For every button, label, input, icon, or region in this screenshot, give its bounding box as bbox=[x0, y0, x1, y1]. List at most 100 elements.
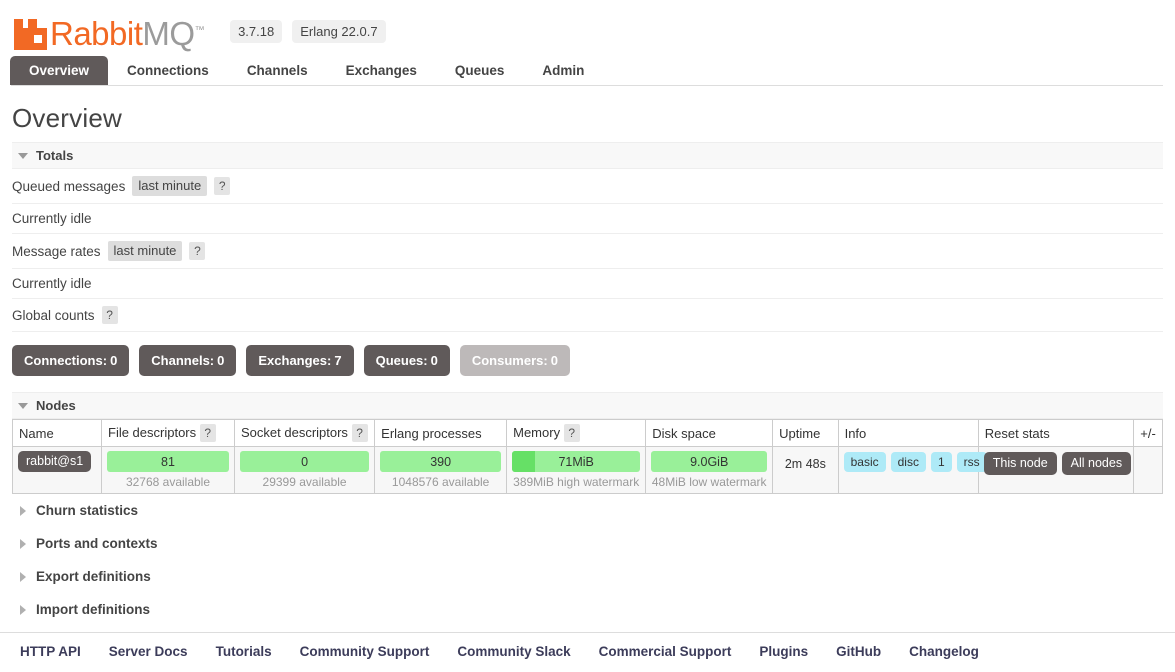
queued-messages-status-row: Currently idle bbox=[12, 204, 1163, 234]
col-file-descriptors: File descriptors ? bbox=[101, 419, 235, 447]
count-exchanges-button[interactable]: Exchanges: 7 bbox=[246, 345, 354, 376]
queued-messages-row: Queued messages last minute ? bbox=[12, 169, 1163, 204]
info-badge-rss[interactable]: rss bbox=[956, 452, 987, 472]
col-file-descriptors-label: File descriptors bbox=[108, 425, 197, 440]
message-rates-period-select[interactable]: last minute bbox=[107, 241, 183, 261]
socket-descriptors-value: 0 bbox=[301, 454, 309, 469]
count-queues-button[interactable]: Queues: 0 bbox=[363, 345, 450, 376]
queued-messages-status: Currently idle bbox=[12, 211, 92, 226]
reset-stats-group: This node All nodes bbox=[983, 451, 1132, 475]
cell-uptime: 2m 48s bbox=[772, 446, 839, 494]
cell-disk-space: 9.0GiB 48MiB low watermark bbox=[645, 446, 774, 494]
reset-this-node-button[interactable]: This node bbox=[983, 452, 1057, 475]
memory-bar: 71MiB bbox=[512, 451, 641, 472]
column-toggle-button[interactable]: +/- bbox=[1133, 419, 1163, 447]
footer-link-plugins[interactable]: Plugins bbox=[759, 644, 808, 672]
tab-exchanges[interactable]: Exchanges bbox=[327, 56, 436, 85]
tab-channels[interactable]: Channels bbox=[228, 56, 327, 85]
count-channels-button[interactable]: Channels: 0 bbox=[139, 345, 237, 376]
count-consumers-value: 0 bbox=[550, 353, 558, 368]
rabbit-logo-icon bbox=[14, 19, 47, 50]
col-socket-descriptors-label: Socket descriptors bbox=[241, 425, 348, 440]
section-churn-statistics-label: Churn statistics bbox=[36, 503, 139, 518]
count-channels-value: 0 bbox=[217, 353, 225, 368]
count-exchanges-label: Exchanges: bbox=[258, 353, 332, 368]
section-export-definitions[interactable]: Export definitions bbox=[12, 560, 1163, 593]
footer-link-commercial-support[interactable]: Commercial Support bbox=[599, 644, 732, 672]
footer-links: HTTP API Server Docs Tutorials Community… bbox=[0, 632, 1175, 672]
rabbitmq-management-page: RabbitMQ™ 3.7.18 Erlang 22.0.7 Overview … bbox=[0, 0, 1175, 672]
count-consumers-button: Consumers: 0 bbox=[459, 345, 570, 376]
footer-link-github[interactable]: GitHub bbox=[836, 644, 881, 672]
message-rates-row: Message rates last minute ? bbox=[12, 234, 1163, 269]
nodes-table: Name File descriptors ? Socket descripto… bbox=[12, 419, 1163, 494]
info-badge-group: basic disc 1 rss bbox=[843, 451, 987, 472]
footer-link-http-api[interactable]: HTTP API bbox=[20, 644, 81, 672]
erlang-version-badge: Erlang 22.0.7 bbox=[292, 19, 386, 43]
app-header: RabbitMQ™ 3.7.18 Erlang 22.0.7 bbox=[0, 0, 1175, 56]
tab-overview[interactable]: Overview bbox=[10, 56, 109, 85]
memory-high-watermark: 389MiB high watermark bbox=[513, 475, 640, 489]
message-rates-status: Currently idle bbox=[12, 276, 92, 291]
col-socket-descriptors: Socket descriptors ? bbox=[233, 419, 376, 447]
info-badge-basic[interactable]: basic bbox=[843, 452, 886, 472]
cell-info: basic disc 1 rss bbox=[837, 446, 987, 494]
footer-link-changelog[interactable]: Changelog bbox=[909, 644, 979, 672]
footer-link-tutorials[interactable]: Tutorials bbox=[216, 644, 272, 672]
message-rates-status-row: Currently idle bbox=[12, 269, 1163, 299]
section-churn-statistics[interactable]: Churn statistics bbox=[12, 494, 1163, 527]
section-ports-and-contexts[interactable]: Ports and contexts bbox=[12, 527, 1163, 560]
tab-queues[interactable]: Queues bbox=[436, 56, 524, 85]
chevron-right-icon bbox=[20, 604, 26, 615]
uptime-value: 2m 48s bbox=[784, 457, 826, 471]
tab-underline-divider bbox=[11, 85, 1163, 86]
nav-tab-list: Overview Connections Channels Exchanges … bbox=[10, 56, 1175, 85]
file-descriptors-bar: 81 bbox=[107, 451, 229, 472]
erlang-processes-value: 390 bbox=[430, 454, 452, 469]
chevron-down-icon bbox=[18, 402, 28, 409]
memory-help-icon[interactable]: ? bbox=[563, 424, 580, 442]
global-counts-help-icon[interactable]: ? bbox=[101, 306, 118, 324]
socket-descriptors-available: 29399 available bbox=[262, 475, 347, 489]
erlang-processes-available: 1048576 available bbox=[391, 475, 490, 489]
col-memory-label: Memory bbox=[513, 425, 561, 440]
cell-node-name: rabbit@s1 bbox=[12, 446, 102, 494]
count-connections-button[interactable]: Connections: 0 bbox=[12, 345, 130, 376]
count-consumers-label: Consumers: bbox=[471, 353, 548, 368]
main-navigation: Overview Connections Channels Exchanges … bbox=[0, 56, 1175, 85]
section-import-definitions-label: Import definitions bbox=[36, 602, 150, 617]
version-badges: 3.7.18 Erlang 22.0.7 bbox=[230, 19, 386, 45]
message-rates-help-icon[interactable]: ? bbox=[189, 242, 206, 260]
message-rates-label: Message rates bbox=[12, 243, 101, 259]
reset-all-nodes-button[interactable]: All nodes bbox=[1061, 452, 1132, 475]
footer-link-community-support[interactable]: Community Support bbox=[300, 644, 430, 672]
count-connections-label: Connections: bbox=[24, 353, 108, 368]
logo-wordmark: RabbitMQ™ bbox=[50, 14, 205, 52]
col-memory: Memory ? bbox=[506, 419, 647, 447]
nodes-section-header[interactable]: Nodes bbox=[12, 392, 1163, 419]
cell-socket-descriptors: 0 29399 available bbox=[233, 446, 376, 494]
memory-value: 71MiB bbox=[558, 454, 594, 469]
col-name: Name bbox=[12, 419, 102, 447]
logo-word-mq: MQ bbox=[142, 15, 195, 52]
rabbitmq-logo[interactable]: RabbitMQ™ bbox=[14, 14, 205, 52]
queued-messages-help-icon[interactable]: ? bbox=[214, 177, 231, 195]
file-descriptors-help-icon[interactable]: ? bbox=[199, 424, 216, 442]
info-badge-disc[interactable]: disc bbox=[890, 452, 926, 472]
disk-space-low-watermark: 48MiB low watermark bbox=[651, 475, 767, 489]
footer-link-server-docs[interactable]: Server Docs bbox=[109, 644, 188, 672]
count-channels-label: Channels: bbox=[151, 353, 215, 368]
global-counts-buttons: Connections: 0 Channels: 0 Exchanges: 7 Que… bbox=[12, 332, 1163, 392]
nodes-section-label: Nodes bbox=[36, 398, 76, 413]
footer-link-community-slack[interactable]: Community Slack bbox=[457, 644, 570, 672]
node-name-badge[interactable]: rabbit@s1 bbox=[18, 451, 92, 472]
info-badge-count[interactable]: 1 bbox=[930, 452, 952, 472]
section-import-definitions[interactable]: Import definitions bbox=[12, 593, 1163, 626]
tab-admin[interactable]: Admin bbox=[523, 56, 603, 85]
count-exchanges-value: 7 bbox=[334, 353, 342, 368]
cell-file-descriptors: 81 32768 available bbox=[101, 446, 235, 494]
tab-connections[interactable]: Connections bbox=[108, 56, 228, 85]
queued-messages-period-select[interactable]: last minute bbox=[132, 176, 208, 196]
socket-descriptors-help-icon[interactable]: ? bbox=[351, 424, 368, 442]
totals-section-header[interactable]: Totals bbox=[12, 142, 1163, 169]
